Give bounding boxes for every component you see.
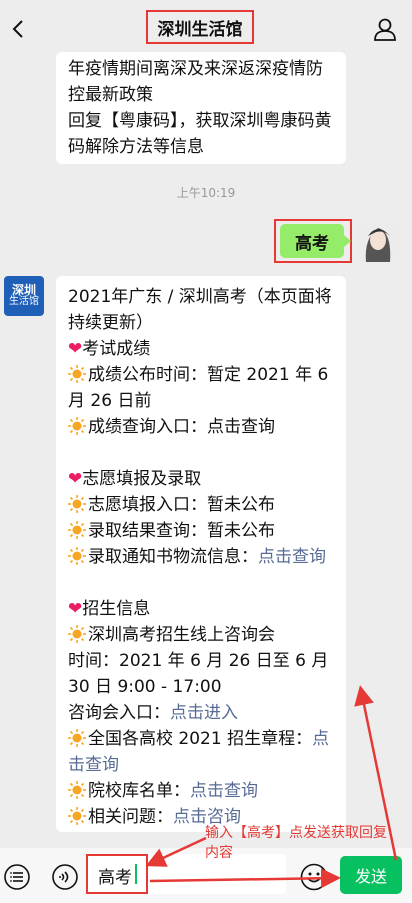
message-line: 控最新政策 bbox=[68, 85, 153, 105]
annotation-text: 输入【高考】点发送获取回复内容 bbox=[205, 825, 387, 861]
event-time: 时间：2021 年 6 月 26 日至 6 月 30 日 9:00 - 17:0… bbox=[68, 651, 329, 697]
heart-icon: ❤ bbox=[68, 339, 83, 359]
item-label: 录取通知书物流信息： bbox=[88, 547, 258, 567]
user-avatar[interactable] bbox=[356, 218, 400, 262]
sun-icon bbox=[68, 625, 86, 643]
timestamp: 上午10:19 bbox=[176, 186, 236, 200]
item-text: 成绩公布时间：暂定 2021 年 6 月 26 日前 bbox=[68, 365, 329, 411]
profile-icon[interactable] bbox=[372, 16, 398, 42]
list-item: 录取通知书物流信息：点击查询 bbox=[68, 544, 334, 570]
outgoing-message[interactable]: 高考 bbox=[280, 224, 344, 258]
sun-icon bbox=[68, 521, 86, 539]
college-list-link[interactable]: 点击查询 bbox=[190, 781, 258, 801]
sun-icon bbox=[68, 807, 86, 825]
emoji-icon[interactable] bbox=[300, 863, 328, 891]
section-title: 考试成绩 bbox=[82, 339, 151, 359]
item-text: 志愿填报入口：暂未公布 bbox=[88, 495, 275, 515]
sun-icon bbox=[68, 365, 86, 383]
sun-icon bbox=[68, 417, 86, 435]
avatar-subtext: 生活馆 bbox=[9, 296, 39, 307]
bubble-tail bbox=[344, 235, 351, 247]
message-line: 回复【粤康码】，获取深圳粤康码黄 bbox=[68, 111, 332, 131]
item-text: 深圳高考招生线上咨询会 bbox=[88, 625, 275, 645]
sun-icon bbox=[68, 781, 86, 799]
heart-icon: ❤ bbox=[68, 469, 83, 489]
page-title: 深圳生活馆 bbox=[146, 10, 254, 44]
item-label: 全国各高校 2021 招生章程： bbox=[88, 729, 313, 749]
item-label: 相关问题： bbox=[88, 807, 173, 827]
section-heading: ❤志愿填报及录取 bbox=[68, 466, 334, 492]
message-input-value[interactable]: 高考 bbox=[98, 863, 132, 888]
item-text: 录取结果查询：暂未公布 bbox=[88, 521, 275, 541]
text-caret bbox=[135, 864, 137, 884]
bot-avatar[interactable]: 深圳 生活馆 bbox=[4, 276, 44, 316]
avatar-text: 深圳 bbox=[11, 283, 36, 297]
message-line: 年疫情期间离深及来深返深疫情防 bbox=[68, 59, 323, 79]
back-icon[interactable] bbox=[6, 15, 34, 43]
sun-icon bbox=[68, 495, 86, 513]
item-label: 咨询会入口： bbox=[68, 703, 170, 723]
item-label: 院校库名单： bbox=[88, 781, 190, 801]
sun-icon bbox=[68, 547, 86, 565]
logistics-query-link[interactable]: 点击查询 bbox=[258, 547, 326, 567]
incoming-message-1: 年疫情期间离深及来深返深疫情防 控最新政策 回复【粤康码】，获取深圳粤康码黄 码… bbox=[56, 52, 346, 164]
list-item: 院校库名单：点击查询 bbox=[68, 778, 334, 804]
item-text[interactable]: 成绩查询入口：点击查询 bbox=[88, 417, 275, 437]
list-item: 录取结果查询：暂未公布 bbox=[68, 518, 334, 544]
heart-icon: ❤ bbox=[68, 599, 83, 619]
message-title: 2021年广东 / 深圳高考（本页面将持续更新） bbox=[68, 287, 332, 333]
section-heading: ❤招生信息 bbox=[68, 596, 334, 622]
menu-icon[interactable] bbox=[4, 864, 30, 890]
list-item: 成绩公布时间：暂定 2021 年 6 月 26 日前 bbox=[68, 362, 334, 414]
list-item: 深圳高考招生线上咨询会 bbox=[68, 622, 334, 648]
list-item: 咨询会入口：点击进入 bbox=[68, 700, 334, 726]
voice-icon[interactable] bbox=[52, 864, 78, 890]
list-item: 成绩查询入口：点击查询 bbox=[68, 414, 334, 440]
sun-icon bbox=[68, 729, 86, 747]
message-line: 码解除方法等信息 bbox=[68, 137, 204, 157]
list-item: 全国各高校 2021 招生章程：点击查询 bbox=[68, 726, 334, 778]
section-heading: ❤考试成绩 bbox=[68, 336, 334, 362]
list-item: 志愿填报入口：暂未公布 bbox=[68, 492, 334, 518]
section-title: 招生信息 bbox=[82, 599, 151, 619]
section-title: 志愿填报及录取 bbox=[82, 469, 202, 489]
incoming-message-2: 2021年广东 / 深圳高考（本页面将持续更新） ❤考试成绩 成绩公布时间：暂定… bbox=[56, 276, 346, 832]
consult-entry-link[interactable]: 点击进入 bbox=[170, 703, 238, 723]
avatar-illustration-icon bbox=[356, 218, 400, 262]
